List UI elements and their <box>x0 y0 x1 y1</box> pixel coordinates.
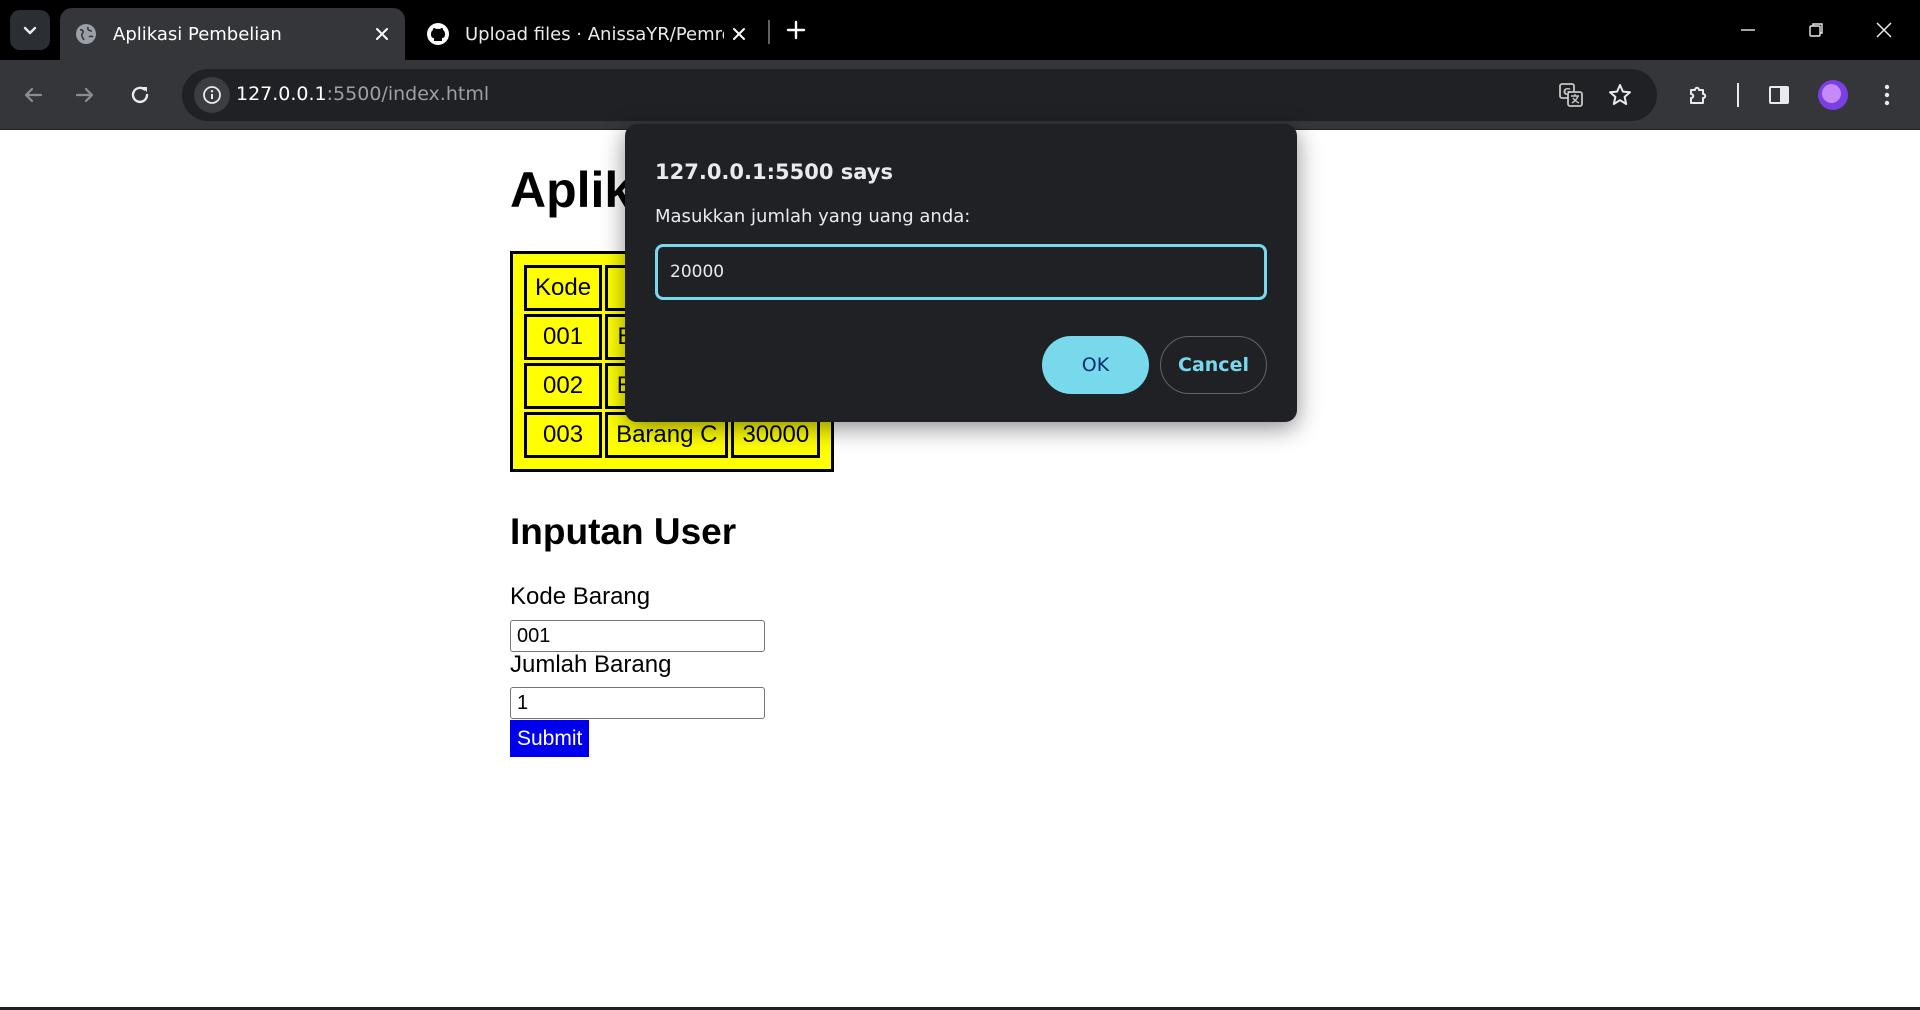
address-bar[interactable]: 127.0.0.1:5500/index.html G <box>182 69 1657 121</box>
jumlah-barang-input[interactable] <box>510 687 765 719</box>
chevron-down-icon <box>23 26 37 35</box>
close-tab-icon[interactable] <box>724 19 754 49</box>
kode-barang-input[interactable] <box>510 620 765 652</box>
cancel-button[interactable]: Cancel <box>1160 336 1267 394</box>
translate-icon: G <box>1559 83 1583 107</box>
reload-button[interactable] <box>119 74 161 116</box>
tab-upload-files[interactable]: Upload files · AnissaYR/Pemrog <box>412 8 762 60</box>
star-icon <box>1609 84 1631 105</box>
profile-avatar[interactable] <box>1818 80 1848 110</box>
kode-barang-label: Kode Barang <box>510 583 651 610</box>
menu-button[interactable] <box>1866 74 1908 116</box>
info-icon <box>203 86 221 104</box>
extensions-button[interactable] <box>1678 74 1720 116</box>
arrow-right-icon <box>75 87 94 103</box>
side-panel-button[interactable] <box>1758 74 1800 116</box>
reload-icon <box>131 86 149 104</box>
kebab-menu-icon <box>1884 84 1890 106</box>
restore-button[interactable] <box>1794 10 1838 50</box>
url-text[interactable]: 127.0.0.1:5500/index.html <box>236 83 489 105</box>
tab-title: Aplikasi Pembelian <box>113 23 282 45</box>
close-icon <box>1876 22 1892 38</box>
dialog-message: Masukkan jumlah yang uang anda: <box>655 206 971 227</box>
bookmark-button[interactable] <box>1604 79 1636 111</box>
table-header-cell: Kode <box>524 265 603 311</box>
puzzle-icon <box>1690 86 1707 104</box>
close-window-button[interactable] <box>1862 10 1906 50</box>
tab-search-button[interactable] <box>10 10 50 50</box>
jumlah-barang-label: Jumlah Barang <box>510 651 672 678</box>
toolbar-divider <box>1737 83 1739 107</box>
table-cell: 003 <box>524 412 603 458</box>
new-tab-button[interactable] <box>780 14 812 46</box>
tab-title: Upload files · AnissaYR/Pemrog <box>465 23 724 45</box>
section-title: Inputan User <box>510 511 737 552</box>
back-button[interactable] <box>12 74 54 116</box>
side-panel-icon <box>1769 86 1789 104</box>
close-tab-icon[interactable] <box>367 19 397 49</box>
translate-button[interactable]: G <box>1555 79 1587 111</box>
restore-icon <box>1809 23 1823 37</box>
dialog-title: 127.0.0.1:5500 says <box>655 160 893 184</box>
submit-button[interactable]: Submit <box>510 720 590 757</box>
forward-button[interactable] <box>64 74 106 116</box>
globe-icon <box>74 22 98 46</box>
prompt-dialog: 127.0.0.1:5500 says Masukkan jumlah yang… <box>625 124 1297 422</box>
url-host: 127.0.0.1 <box>236 83 327 105</box>
dialog-input[interactable] <box>655 244 1267 300</box>
url-path: :5500/index.html <box>326 83 490 105</box>
tab-divider <box>768 20 770 44</box>
tab-aplikasi-pembelian[interactable]: Aplikasi Pembelian <box>60 8 405 60</box>
arrow-left-icon <box>24 87 43 103</box>
tab-strip: Aplikasi Pembelian Upload files · Anissa… <box>0 0 1920 60</box>
minimize-button[interactable] <box>1726 10 1770 50</box>
ok-button[interactable]: OK <box>1042 336 1149 394</box>
plus-icon <box>786 20 806 40</box>
table-cell: 001 <box>524 314 603 360</box>
github-icon <box>426 22 450 46</box>
table-cell: 002 <box>524 363 603 409</box>
minimize-icon <box>1741 29 1755 31</box>
browser-toolbar: 127.0.0.1:5500/index.html G <box>0 60 1920 130</box>
site-info-button[interactable] <box>194 77 230 113</box>
